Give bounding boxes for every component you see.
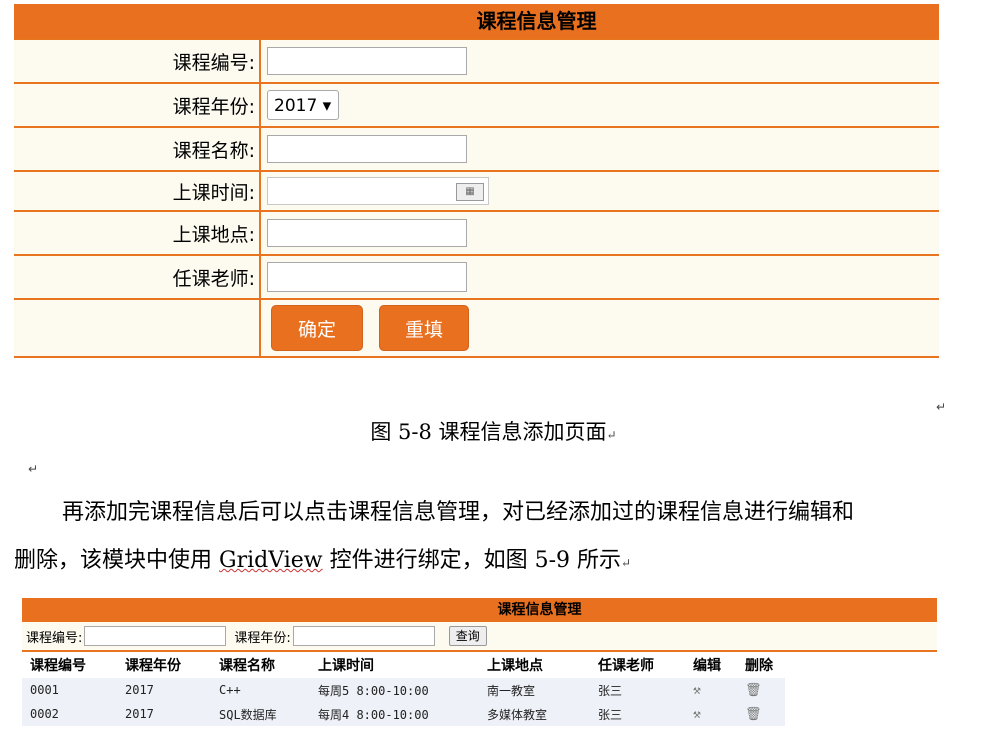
cell: 2017 <box>125 683 154 697</box>
class-time-input[interactable]: ▦ <box>267 177 489 205</box>
trash-icon[interactable]: 🗑 <box>745 707 762 722</box>
paragraph-mark: ↵ <box>28 462 39 476</box>
table-row: 0002 2017 SQL数据库 每周4 8:00-10:00 多媒体教室 张三… <box>22 702 785 726</box>
course-grid: 课程信息管理 课程编号: 课程年份: 查询 课程编号 课程年份 课程名称 上课时… <box>22 598 937 726</box>
cell: 2017 <box>125 707 154 721</box>
row-course-year: 课程年份: 2017 ▾ <box>14 82 939 126</box>
col-header: 课程年份 <box>125 658 181 674</box>
reset-button[interactable]: 重填 <box>379 305 469 351</box>
course-form: 课程信息管理 课程编号: 课程年份: 2017 ▾ 课程名称: 上课时间: ▦ … <box>14 4 939 358</box>
wrench-icon[interactable]: ⚒ <box>693 683 701 698</box>
cell: 每周5 8:00-10:00 <box>318 683 429 698</box>
query-button[interactable]: 查询 <box>448 626 487 646</box>
label-course-name: 课程名称: <box>14 128 261 170</box>
row-class-time: 上课时间: ▦ <box>14 170 939 210</box>
course-table: 课程编号 课程年份 课程名称 上课时间 上课地点 任课老师 编辑 删除 0001… <box>22 652 785 726</box>
row-course-name: 课程名称: <box>14 126 939 170</box>
grid-title: 课程信息管理 <box>22 598 937 622</box>
paragraph-line-2-post: 控件进行绑定，如图 5-9 所示 <box>322 548 622 573</box>
label-class-place: 上课地点: <box>14 212 261 254</box>
cell: 张三 <box>598 683 623 698</box>
paragraph-line-2-pre: 删除，该模块中使用 <box>14 548 219 573</box>
label-teacher: 任课老师: <box>14 256 261 298</box>
figure-caption: 图 5-8 课程信息添加页面↵ <box>370 420 617 444</box>
label-class-time: 上课时间: <box>14 172 261 210</box>
row-class-place: 上课地点: <box>14 210 939 254</box>
search-no-label: 课程编号: <box>26 630 83 646</box>
table-row: 0001 2017 C++ 每周5 8:00-10:00 南一教室 张三 ⚒ 🗑 <box>22 678 785 702</box>
row-buttons: 确定 重填 <box>14 298 939 356</box>
label-course-year: 课程年份: <box>14 84 261 126</box>
paragraph-line-2: 删除，该模块中使用 GridView 控件进行绑定，如图 5-9 所示↵ <box>14 548 632 573</box>
paragraph-line-1: 再添加完课程信息后可以点击课程信息管理，对已经添加过的课程信息进行编辑和 <box>62 500 855 525</box>
empty-label-cell <box>14 300 261 356</box>
row-teacher: 任课老师: <box>14 254 939 298</box>
cell: 多媒体教室 <box>487 707 548 722</box>
cell: 0002 <box>30 707 59 721</box>
col-header: 删除 <box>745 658 773 674</box>
cell: 每周4 8:00-10:00 <box>318 707 429 722</box>
calendar-icon[interactable]: ▦ <box>456 183 484 201</box>
paragraph-mark: ↵ <box>936 400 947 414</box>
col-header: 上课地点 <box>487 658 543 674</box>
search-year-input[interactable] <box>292 626 435 646</box>
cell: 张三 <box>598 707 623 722</box>
grid-search-bar: 课程编号: 课程年份: 查询 <box>22 622 937 652</box>
col-header: 课程名称 <box>219 658 275 674</box>
row-course-no: 课程编号: <box>14 38 939 82</box>
gridview-term: GridView <box>219 548 323 573</box>
search-year-label: 课程年份: <box>234 630 291 646</box>
col-header: 课程编号 <box>30 658 86 674</box>
col-header: 任课老师 <box>598 658 654 674</box>
caption-text: 图 5-8 课程信息添加页面 <box>370 420 607 444</box>
course-name-input[interactable] <box>267 135 467 163</box>
wrench-icon[interactable]: ⚒ <box>693 707 701 722</box>
teacher-input[interactable] <box>267 262 467 292</box>
class-place-input[interactable] <box>267 219 467 247</box>
confirm-button[interactable]: 确定 <box>271 305 363 351</box>
search-course-no-input[interactable] <box>84 626 227 646</box>
col-header: 上课时间 <box>318 658 374 674</box>
trash-icon[interactable]: 🗑 <box>745 683 762 698</box>
cell: 0001 <box>30 683 59 697</box>
form-title: 课程信息管理 <box>14 4 939 38</box>
cell: SQL数据库 <box>219 707 277 722</box>
cell: C++ <box>219 683 241 697</box>
col-header: 编辑 <box>693 658 721 674</box>
course-no-input[interactable] <box>267 47 467 75</box>
label-course-no: 课程编号: <box>14 40 261 82</box>
cell: 南一教室 <box>487 683 536 698</box>
course-year-select[interactable]: 2017 ▾ <box>267 90 339 120</box>
